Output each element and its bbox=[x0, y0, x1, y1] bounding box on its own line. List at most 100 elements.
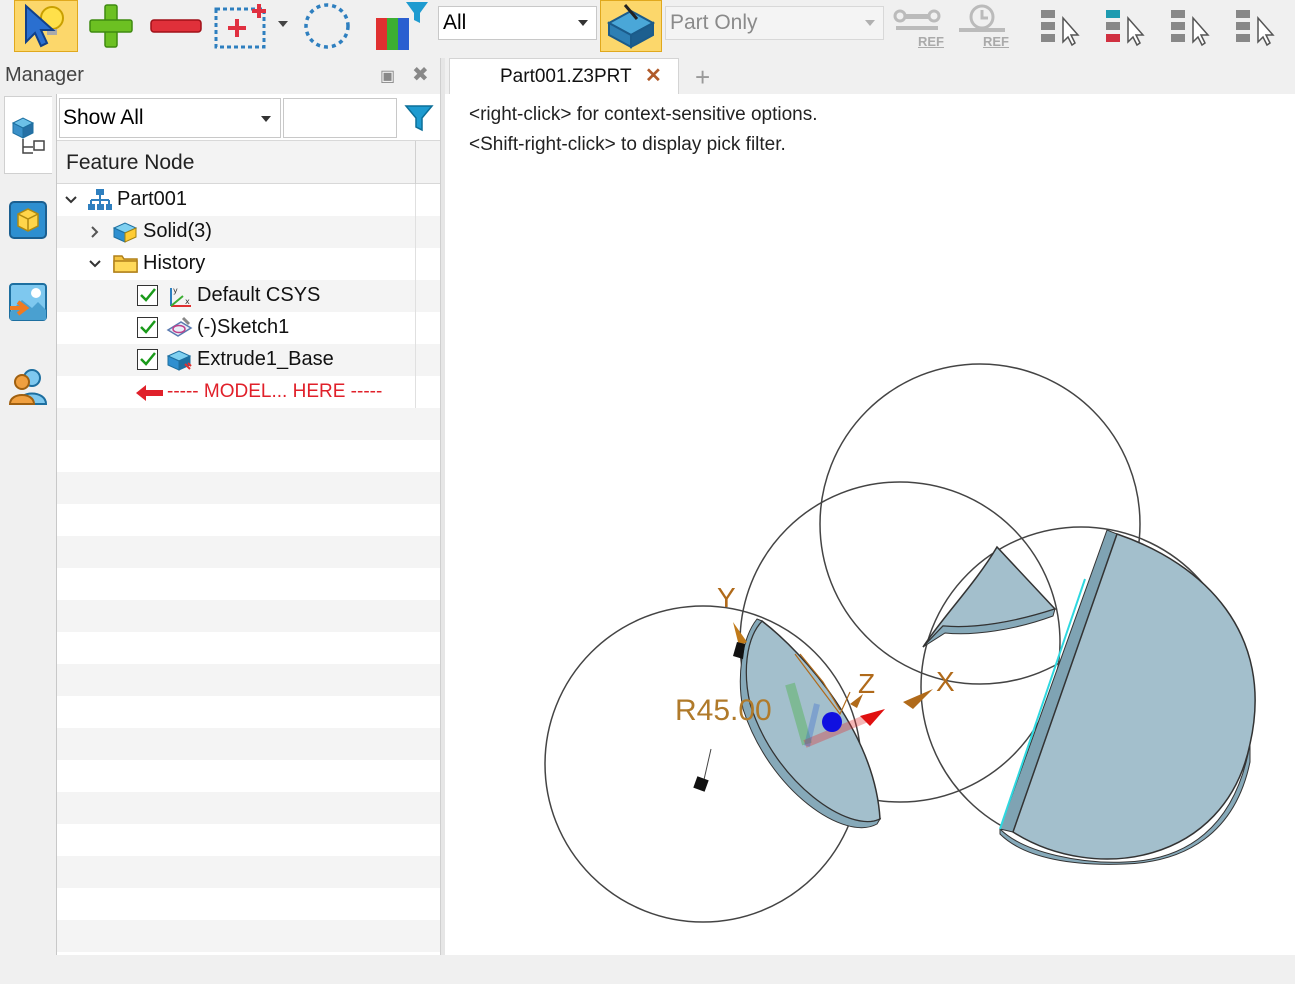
dimension-anchor bbox=[693, 776, 709, 792]
empty-row bbox=[57, 824, 441, 856]
row-column-line bbox=[415, 248, 416, 280]
empty-row bbox=[57, 760, 441, 792]
checkmark-icon bbox=[140, 288, 156, 302]
add-button[interactable] bbox=[84, 0, 138, 52]
model-view[interactable] bbox=[445, 94, 1295, 955]
tree-row-label: Part001 bbox=[117, 188, 188, 210]
tree-pick-icon-4 bbox=[1236, 10, 1275, 47]
chevron-down-icon bbox=[578, 20, 588, 26]
extruded-solid-wedge[interactable] bbox=[922, 545, 1057, 648]
solid-manager-tab[interactable] bbox=[4, 190, 52, 250]
empty-row bbox=[57, 440, 441, 472]
tree-row-label: Default CSYS bbox=[197, 284, 321, 306]
ref-chain-button[interactable]: REF bbox=[888, 0, 946, 52]
tree-row-sketch1[interactable]: (-)Sketch1 bbox=[57, 312, 441, 344]
restore-window-icon[interactable]: ▣ bbox=[380, 66, 395, 86]
scope-combo[interactable]: Part Only bbox=[665, 6, 884, 40]
history-manager-icon bbox=[11, 117, 45, 154]
pick-cursor-button[interactable] bbox=[14, 0, 78, 52]
empty-row bbox=[57, 664, 441, 696]
main-toolbar: All Part Only REF REF bbox=[0, 0, 1295, 58]
tree-row-label: Solid(3) bbox=[143, 220, 212, 242]
tree-pick-icon-2 bbox=[1106, 10, 1145, 47]
axis-label-y: Y bbox=[717, 582, 736, 613]
visibility-checkbox[interactable] bbox=[137, 349, 158, 370]
history-manager-tab[interactable] bbox=[4, 96, 52, 174]
box-select-icon bbox=[214, 4, 288, 49]
csys-icon: y x bbox=[170, 286, 191, 307]
tree-pick-icon-1 bbox=[1041, 10, 1080, 47]
filter-combo[interactable]: All bbox=[438, 6, 597, 40]
extrude-icon bbox=[166, 350, 192, 371]
new-tab-icon[interactable]: + bbox=[695, 62, 710, 93]
tree-search-input[interactable] bbox=[283, 98, 397, 138]
funnel-icon bbox=[404, 105, 434, 132]
tree-pick-button-4[interactable] bbox=[1229, 0, 1279, 52]
tree-pick-button-3[interactable] bbox=[1164, 0, 1214, 52]
folder-icon bbox=[113, 255, 138, 273]
lasso-select-button[interactable] bbox=[296, 0, 358, 52]
chevron-down-icon[interactable] bbox=[63, 192, 79, 208]
solid-icon bbox=[112, 222, 138, 243]
tree-row-solid[interactable]: Solid(3) bbox=[57, 216, 441, 248]
empty-row bbox=[57, 408, 441, 440]
user-manager-icon bbox=[8, 369, 48, 405]
ref-label-2: REF bbox=[983, 33, 1009, 49]
remove-button[interactable] bbox=[146, 0, 206, 52]
show-filter-combo[interactable]: Show All bbox=[59, 98, 281, 138]
visibility-checkbox[interactable] bbox=[137, 317, 158, 338]
ref-clock-icon bbox=[959, 4, 1005, 32]
close-panel-icon[interactable]: ✖ bbox=[412, 62, 429, 87]
feature-node-column-header[interactable]: Feature Node bbox=[57, 140, 441, 185]
feature-manager-panel: Show All Feature Node Part001 Solid(3) H… bbox=[56, 94, 441, 955]
box-select-button[interactable] bbox=[212, 0, 290, 52]
tree-row-history[interactable]: History bbox=[57, 248, 441, 280]
ref-clock-button[interactable]: REF bbox=[952, 0, 1012, 52]
empty-row bbox=[57, 632, 441, 664]
axis-label-x: X bbox=[936, 666, 955, 697]
empty-row bbox=[57, 888, 441, 920]
view-part-icon bbox=[606, 4, 656, 49]
tree-pick-button-2[interactable] bbox=[1099, 0, 1149, 52]
empty-row bbox=[57, 920, 441, 952]
manager-header: Manager ▣ ✖ bbox=[0, 58, 445, 94]
tree-row-extrude1-base[interactable]: Extrude1_Base bbox=[57, 344, 441, 376]
manager-side-tabs bbox=[0, 94, 56, 955]
remove-icon bbox=[150, 19, 202, 33]
extruded-solid-large[interactable] bbox=[999, 529, 1256, 865]
feature-tree: Part001 Solid(3) History y x Default CSY… bbox=[57, 184, 441, 984]
tree-row-rollback-marker[interactable]: ----- MODEL... HERE ----- bbox=[57, 376, 441, 408]
checkmark-icon bbox=[140, 320, 156, 334]
empty-row bbox=[57, 472, 441, 504]
tree-filter-button[interactable] bbox=[399, 98, 439, 138]
document-tab[interactable]: Part001.Z3PRT ✕ bbox=[449, 58, 679, 94]
empty-row bbox=[57, 728, 441, 760]
row-column-line bbox=[415, 280, 416, 312]
user-manager-tab[interactable] bbox=[4, 356, 52, 416]
tree-row-part001[interactable]: Part001 bbox=[57, 184, 441, 216]
graphics-viewport[interactable]: <right-click> for context-sensitive opti… bbox=[445, 94, 1295, 955]
close-tab-icon[interactable]: ✕ bbox=[645, 63, 662, 88]
tree-pick-button-1[interactable] bbox=[1034, 0, 1084, 52]
chevron-right-icon[interactable] bbox=[87, 224, 103, 240]
tree-row-default-csys[interactable]: y x Default CSYS bbox=[57, 280, 441, 312]
svg-text:x: x bbox=[185, 297, 190, 306]
color-filter-button[interactable] bbox=[372, 0, 430, 52]
ref-chain-icon bbox=[893, 9, 941, 30]
view-part-button[interactable] bbox=[600, 0, 662, 52]
column-header-label: Feature Node bbox=[66, 151, 195, 174]
image-manager-tab[interactable] bbox=[4, 272, 52, 332]
tree-row-label: History bbox=[143, 252, 206, 274]
row-column-line bbox=[415, 376, 416, 408]
tree-row-label: Extrude1_Base bbox=[197, 348, 334, 370]
lasso-select-icon bbox=[304, 3, 350, 49]
radius-dimension-label[interactable]: R45.00 bbox=[675, 694, 772, 728]
checkmark-icon bbox=[140, 352, 156, 366]
pick-cursor-icon bbox=[25, 3, 64, 48]
visibility-checkbox[interactable] bbox=[137, 285, 158, 306]
row-column-line bbox=[415, 312, 416, 344]
ref-label-1: REF bbox=[918, 33, 944, 49]
chevron-down-icon[interactable] bbox=[87, 256, 103, 272]
image-manager-icon bbox=[9, 283, 47, 321]
empty-row bbox=[57, 504, 441, 536]
